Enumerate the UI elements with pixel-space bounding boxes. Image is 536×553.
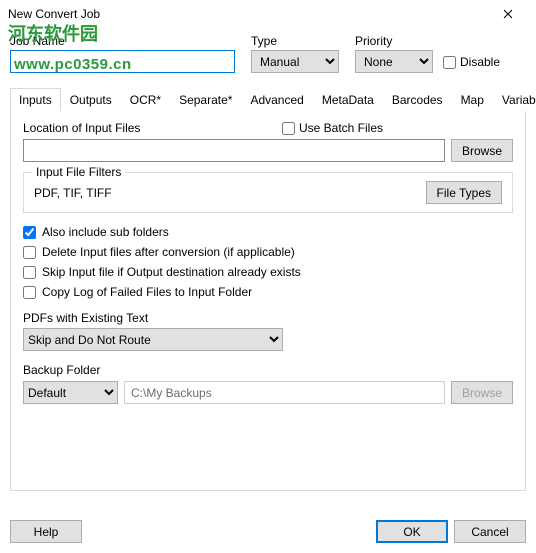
close-icon — [503, 9, 513, 19]
check-subfolders[interactable]: Also include sub folders — [23, 225, 513, 239]
pdfs-label: PDFs with Existing Text — [23, 311, 513, 325]
tab-variables[interactable]: Variables — [493, 88, 536, 111]
check-delete-input[interactable]: Delete Input files after conversion (if … — [23, 245, 513, 259]
footer: Help OK Cancel — [10, 520, 526, 543]
tab-inputs[interactable]: Inputs — [10, 88, 61, 111]
check-delete-input-box[interactable] — [23, 246, 36, 259]
check-copy-log[interactable]: Copy Log of Failed Files to Input Folder — [23, 285, 513, 299]
titlebar: New Convert Job — [0, 0, 536, 28]
check-subfolders-box[interactable] — [23, 226, 36, 239]
cancel-button[interactable]: Cancel — [454, 520, 526, 543]
priority-label: Priority — [355, 34, 433, 48]
type-label: Type — [251, 34, 339, 48]
tab-metadata[interactable]: MetaData — [313, 88, 383, 111]
browse-location-button[interactable]: Browse — [451, 139, 513, 162]
location-label: Location of Input Files — [23, 121, 282, 135]
jobname-input[interactable] — [10, 50, 235, 73]
tab-strip: Inputs Outputs OCR* Separate* Advanced M… — [10, 87, 526, 111]
priority-select[interactable]: None — [355, 50, 433, 73]
use-batch-label: Use Batch Files — [299, 121, 383, 135]
backup-path-input — [124, 381, 445, 404]
use-batch-checkbox[interactable] — [282, 122, 295, 135]
disable-checkbox[interactable] — [443, 56, 456, 69]
check-skip-existing-box[interactable] — [23, 266, 36, 279]
ok-button[interactable]: OK — [376, 520, 448, 543]
file-types-button[interactable]: File Types — [426, 181, 502, 204]
pdfs-select[interactable]: Skip and Do Not Route — [23, 328, 283, 351]
filters-group: Input File Filters PDF, TIF, TIFF File T… — [23, 172, 513, 213]
disable-checkbox-wrap[interactable]: Disable — [443, 51, 500, 73]
backup-browse-button: Browse — [451, 381, 513, 404]
close-button[interactable] — [488, 0, 528, 28]
backup-mode-select[interactable]: Default — [23, 381, 118, 404]
location-input[interactable] — [23, 139, 445, 162]
tab-barcodes[interactable]: Barcodes — [383, 88, 452, 111]
help-button[interactable]: Help — [10, 520, 82, 543]
tab-separate[interactable]: Separate* — [170, 88, 241, 111]
filters-text: PDF, TIF, TIFF — [34, 186, 426, 200]
jobname-label: Job Name — [10, 34, 235, 48]
tab-map[interactable]: Map — [452, 88, 493, 111]
check-copy-log-box[interactable] — [23, 286, 36, 299]
tab-outputs[interactable]: Outputs — [61, 88, 121, 111]
jobname-column: 河东软件园 Job Name www.pc0359.cn — [10, 34, 235, 73]
filters-group-title: Input File Filters — [32, 165, 125, 179]
window-title: New Convert Job — [8, 7, 488, 21]
type-select[interactable]: Manual — [251, 50, 339, 73]
tab-ocr[interactable]: OCR* — [121, 88, 170, 111]
tab-panel-inputs: Location of Input Files Use Batch Files … — [10, 111, 526, 491]
backup-label: Backup Folder — [23, 363, 513, 377]
disable-label: Disable — [460, 55, 500, 69]
use-batch-wrap[interactable]: Use Batch Files — [282, 121, 383, 135]
tab-advanced[interactable]: Advanced — [241, 88, 312, 111]
check-skip-existing[interactable]: Skip Input file if Output destination al… — [23, 265, 513, 279]
